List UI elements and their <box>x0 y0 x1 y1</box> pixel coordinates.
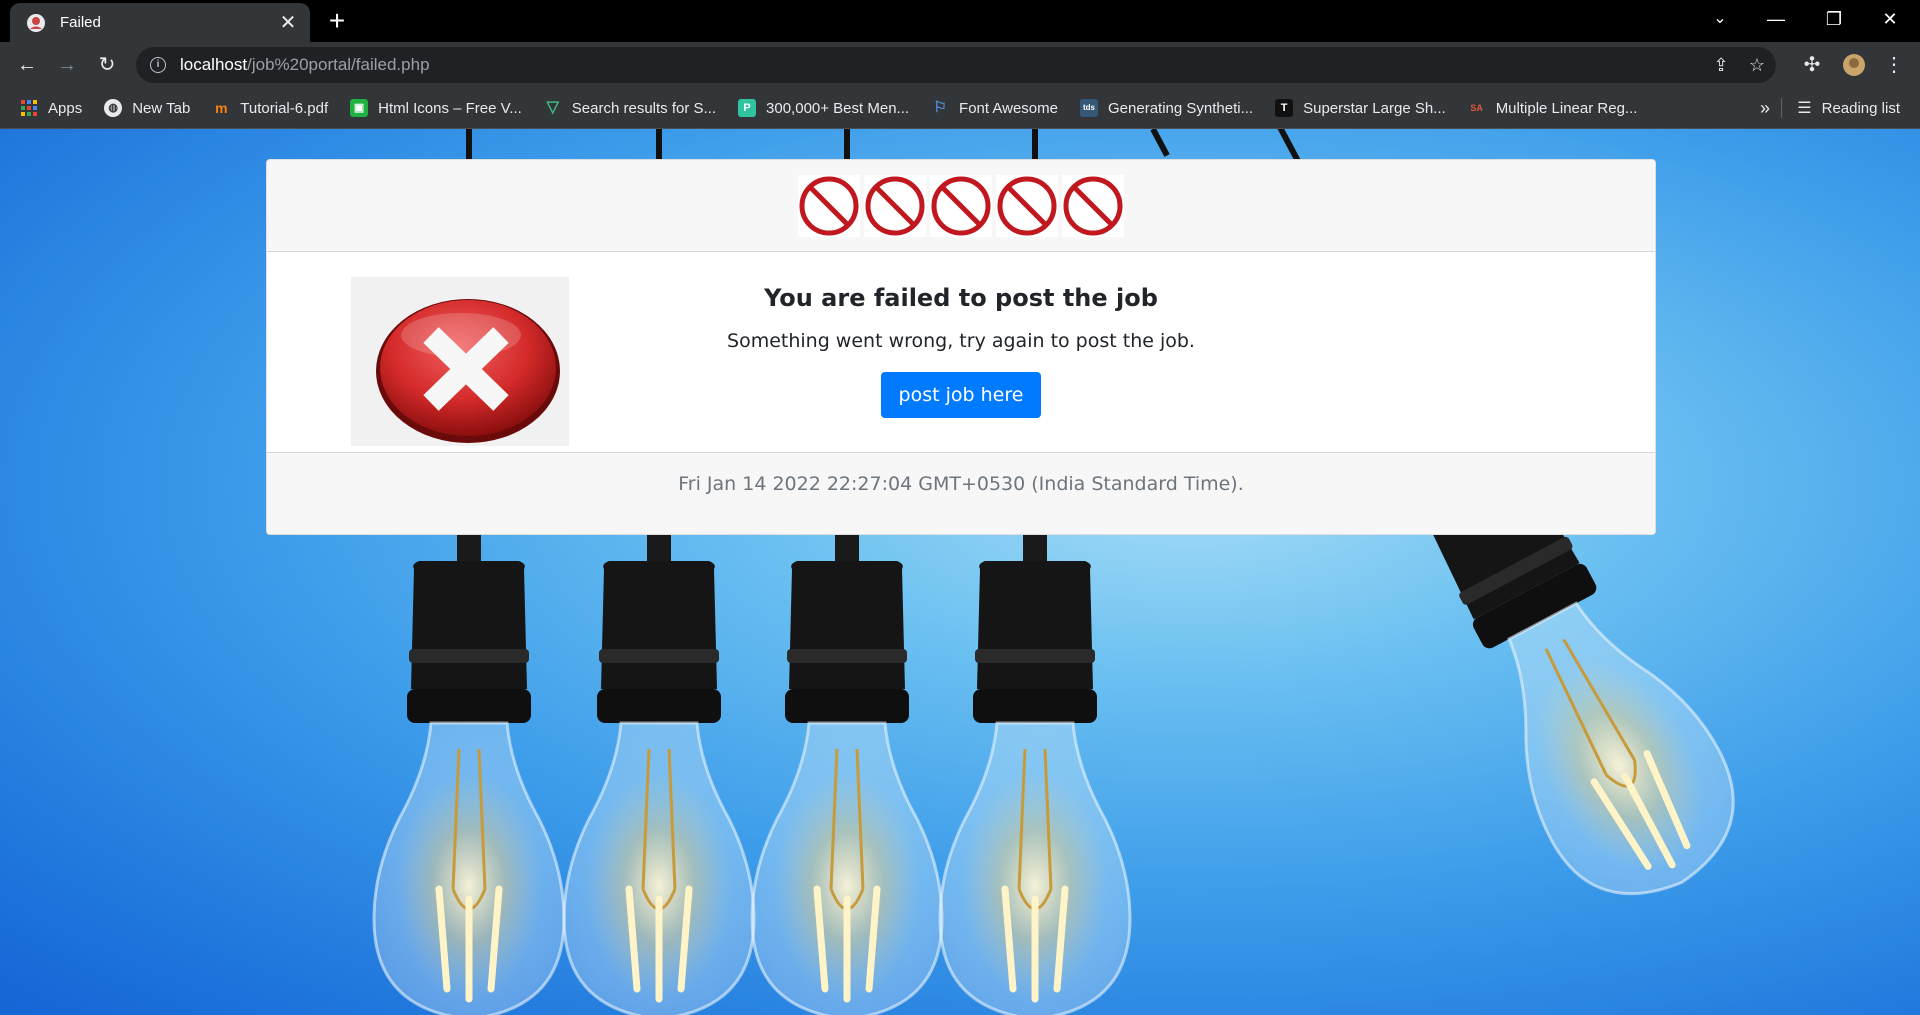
bookmark-label: Multiple Linear Reg... <box>1495 99 1638 117</box>
bookmark-label: Font Awesome <box>959 99 1058 117</box>
close-window-button[interactable]: ✕ <box>1866 0 1914 42</box>
tab-close-icon[interactable]: ✕ <box>274 10 302 35</box>
profile-avatar[interactable] <box>1838 49 1870 81</box>
url-path: /job%20portal/failed.php <box>247 55 430 74</box>
browser-toolbar: ← → ↻ i localhost/job%20portal/failed.ph… <box>0 42 1920 88</box>
bookmark-label: Html Icons – Free V... <box>378 99 522 117</box>
apps-grid-icon <box>20 99 38 117</box>
bookmark-tutorial[interactable]: m Tutorial-6.pdf <box>212 99 328 117</box>
reload-icon[interactable]: ↻ <box>91 49 123 81</box>
globe-icon: ◍ <box>104 99 123 117</box>
bookmark-new-tab[interactable]: ◍ New Tab <box>104 99 190 117</box>
bookmark-font-awesome[interactable]: ⚐ Font Awesome <box>931 99 1058 117</box>
reading-list-icon: ☰ <box>1797 100 1812 117</box>
bookmark-label: Search results for S... <box>571 99 717 117</box>
flag-icon: ⚐ <box>933 99 947 116</box>
html-icons-icon: ▣ <box>350 99 369 117</box>
failure-card: You are failed to post the job Something… <box>266 159 1656 535</box>
bookmark-label: New Tab <box>132 99 191 117</box>
browser-title-bar: Failed ✕ + ⌄ — ❐ ✕ <box>0 0 1920 42</box>
bookmark-best-men[interactable]: P 300,000+ Best Men... <box>738 99 909 117</box>
bookmark-label: Generating Syntheti... <box>1108 99 1254 117</box>
post-job-button[interactable]: post job here <box>880 372 1042 418</box>
tab-title: Failed <box>60 14 101 31</box>
tab-search-icon[interactable]: ⌄ <box>1696 0 1744 42</box>
bookmark-apps[interactable]: Apps <box>20 99 82 117</box>
bookmark-multiple-linear[interactable]: SA Multiple Linear Reg... <box>1468 99 1638 117</box>
address-bar[interactable]: i localhost/job%20portal/failed.php ⇪ ☆ <box>136 47 1776 83</box>
extensions-puzzle-icon[interactable]: ✣ <box>1796 49 1828 81</box>
share-icon[interactable]: ⇪ <box>1706 47 1736 83</box>
prohibited-icon <box>996 174 1058 237</box>
card-header <box>267 160 1655 252</box>
p-icon: P <box>738 99 757 117</box>
prohibited-icon <box>930 174 992 237</box>
moodle-icon: m <box>215 100 228 116</box>
bookmark-html-icons[interactable]: ▣ Html Icons – Free V... <box>350 99 522 117</box>
browser-menu-icon[interactable]: ⋮ <box>1878 49 1910 81</box>
failure-message: Something went wrong, try again to post … <box>727 330 1195 352</box>
bookmark-label: Tutorial-6.pdf <box>240 99 329 117</box>
url-host: localhost <box>180 55 248 74</box>
bookmark-superstar[interactable]: T Superstar Large Sh... <box>1275 99 1446 117</box>
prohibited-icon <box>864 174 926 237</box>
t-icon: T <box>1275 99 1294 117</box>
card-footer: Fri Jan 14 2022 22:27:04 GMT+0530 (India… <box>267 452 1655 534</box>
failure-title: You are failed to post the job <box>764 284 1158 312</box>
reading-list-button[interactable]: ☰ Reading list <box>1797 98 1900 118</box>
message-block: You are failed to post the job Something… <box>267 252 1655 418</box>
timestamp: Fri Jan 14 2022 22:27:04 GMT+0530 (India… <box>678 473 1244 495</box>
bookmark-label: Apps <box>48 99 83 117</box>
tds-icon: tds <box>1080 99 1098 117</box>
minimize-button[interactable]: — <box>1752 0 1800 42</box>
card-body: You are failed to post the job Something… <box>267 252 1655 451</box>
browser-tab-active[interactable]: Failed ✕ <box>10 3 310 42</box>
page-background: You are failed to post the job Something… <box>0 129 1920 1015</box>
bookmark-generating-synthetic[interactable]: tds Generating Syntheti... <box>1080 99 1253 117</box>
reading-list-label: Reading list <box>1821 99 1900 117</box>
prohibited-icon <box>798 174 860 237</box>
new-tab-button[interactable]: + <box>322 6 352 36</box>
bookmarks-more-icon[interactable]: » <box>1760 98 1770 119</box>
bookmark-star-icon[interactable]: ☆ <box>1742 47 1772 83</box>
site-info-icon[interactable]: i <box>150 57 166 73</box>
bookmarks-divider <box>1781 98 1782 118</box>
bookmark-label: 300,000+ Best Men... <box>766 99 910 117</box>
vue-icon: ▽ <box>546 99 559 116</box>
sa-icon: SA <box>1470 103 1483 113</box>
bookmark-search-results[interactable]: ▽ Search results for S... <box>544 99 716 117</box>
back-icon[interactable]: ← <box>11 49 43 81</box>
bookmarks-bar: Apps ◍ New Tab m Tutorial-6.pdf ▣ Html I… <box>0 88 1920 129</box>
restore-button[interactable]: ❐ <box>1810 0 1858 42</box>
bookmark-label: Superstar Large Sh... <box>1303 99 1446 117</box>
tab-favicon-icon <box>27 13 45 32</box>
forward-icon[interactable]: → <box>51 49 83 81</box>
prohibited-icon <box>1062 174 1124 237</box>
